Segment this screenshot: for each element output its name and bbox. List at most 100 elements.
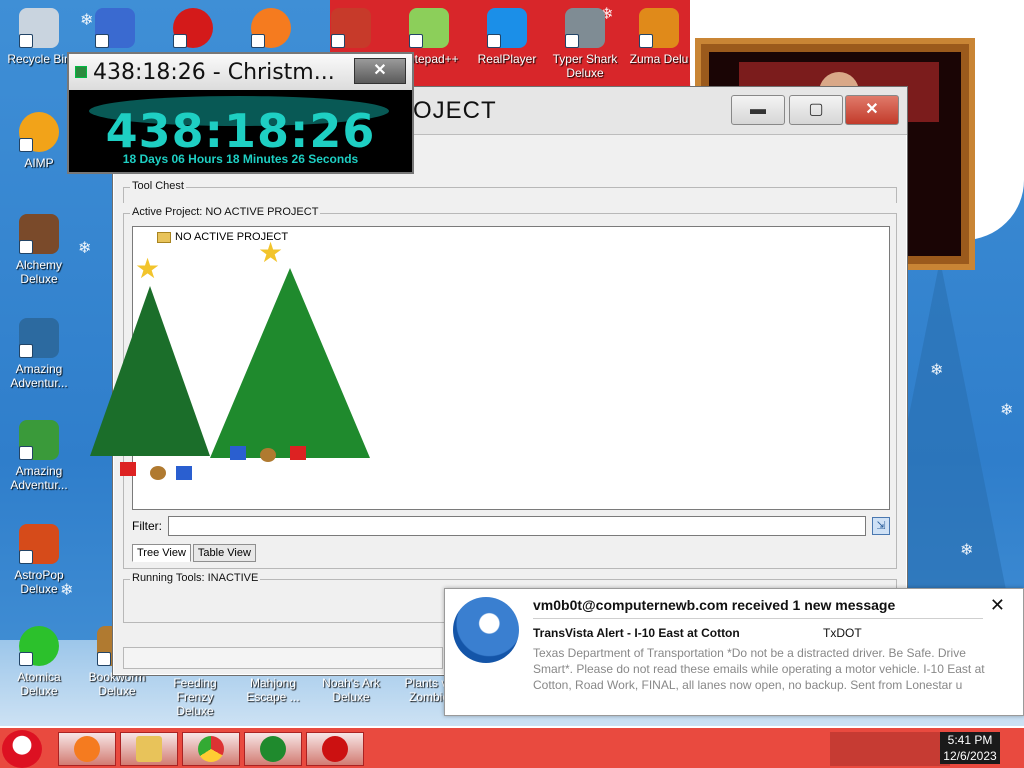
close-button[interactable]: ✕ <box>845 95 899 125</box>
countdown-close-button[interactable]: ✕ <box>354 58 406 84</box>
clock-date: 12/6/2023 <box>943 749 997 763</box>
countdown-widget[interactable]: 438:18:26 - Christm... ✕ 438:18:26 18 Da… <box>67 52 414 174</box>
amazing-adventures-icon <box>19 318 59 358</box>
filter-row: Filter: ⇲ <box>132 514 890 538</box>
notification-sender: TxDOT <box>823 626 862 640</box>
clock[interactable]: 5:41 PM 12/6/2023 <box>940 732 1000 764</box>
snowflake-icon: ❄ <box>930 362 944 379</box>
countdown-display: 438:18:26 18 Days 06 Hours 18 Minutes 26… <box>69 90 412 172</box>
tree-root-node[interactable]: NO ACTIVE PROJECT <box>143 231 288 243</box>
window-title: OJECT <box>413 97 497 124</box>
alchemy-icon <box>19 214 59 254</box>
taskbar-item-explorer[interactable] <box>120 732 178 766</box>
chrome-icon <box>198 736 224 762</box>
desktop-icon-label: AIMP <box>24 156 54 170</box>
taskbar-item-game[interactable] <box>306 732 364 766</box>
desktop-icon-alchemy[interactable]: Alchemy Deluxe <box>4 214 74 286</box>
notification-body: Texas Department of Transportation *Do n… <box>533 646 985 692</box>
desktop-icon-typer-shark[interactable]: Typer Shark Deluxe <box>550 8 620 80</box>
running-tools-label: Running Tools: INACTIVE <box>130 572 261 584</box>
desktop-icon-feeding-frenzy[interactable]: Feeding Frenzy Deluxe <box>160 676 230 718</box>
countdown-titlebar[interactable]: 438:18:26 - Christm... ✕ <box>69 54 412 90</box>
folder-icon <box>157 231 171 243</box>
active-project-label: Active Project: NO ACTIVE PROJECT <box>130 206 321 218</box>
amazing-adventures-icon <box>19 420 59 460</box>
desktop-icon-noahs-ark[interactable]: Noah's Ark Deluxe <box>316 676 386 704</box>
notification-heading: vm0b0t@computernewb.com received 1 new m… <box>533 597 896 613</box>
tree-icon <box>260 736 286 762</box>
realplayer-icon <box>487 8 527 48</box>
desktop-icon-label: Alchemy Deluxe <box>15 258 62 286</box>
filter-input[interactable] <box>168 516 866 536</box>
notification-close-icon[interactable]: ✕ <box>990 595 1005 616</box>
project-tree[interactable]: NO ACTIVE PROJECT <box>132 226 890 510</box>
desktop-icon-label: Zuma Delu <box>629 52 689 66</box>
thunderbird-icon <box>453 597 519 663</box>
desktop-icon-label: RealPlayer <box>477 52 537 66</box>
recycle-bin-icon <box>19 8 59 48</box>
taskbar-item-chrome[interactable] <box>182 732 240 766</box>
atomica-icon <box>19 626 59 666</box>
desktop-icon-top-1[interactable] <box>80 8 150 52</box>
desktop-icon-mahjong[interactable]: Mahjong Escape ... <box>238 676 308 704</box>
taskbar-item-christmas-tree[interactable] <box>244 732 302 766</box>
zuma-icon <box>639 8 679 48</box>
tree-icon <box>75 66 87 78</box>
tab-tree-view[interactable]: Tree View <box>132 544 191 562</box>
desktop-icon-firefox[interactable] <box>236 8 306 52</box>
game-icon <box>173 8 213 48</box>
desktop-icon-label: Amazing Adventur... <box>10 464 68 492</box>
desktop-icon-amazing-adventures-2[interactable]: Amazing Adventur... <box>4 420 74 492</box>
desktop-icon-label: Recycle Bin <box>7 52 71 66</box>
maximize-button[interactable]: ▢ <box>789 95 843 125</box>
tree-root-label: NO ACTIVE PROJECT <box>175 231 289 243</box>
start-button[interactable] <box>2 730 42 768</box>
countdown-detail: 18 Days 06 Hours 18 Minutes 26 Seconds <box>122 152 359 166</box>
clock-time: 5:41 PM <box>947 733 993 747</box>
countdown-time: 438:18:26 <box>105 104 376 158</box>
astropop-icon <box>19 524 59 564</box>
status-bar <box>123 647 443 669</box>
desktop-icon-label: Amazing Adventur... <box>10 362 68 390</box>
notification-divider <box>533 618 983 619</box>
desktop-icon-label: Atomica Deluxe <box>17 670 61 698</box>
desktop-icon-top-2[interactable] <box>158 8 228 52</box>
desktop-icon-realplayer[interactable]: RealPlayer <box>472 8 542 66</box>
folder-icon <box>136 736 162 762</box>
desktop-icon-top-4[interactable] <box>316 8 386 52</box>
shark-icon <box>565 8 605 48</box>
desktop-icon-astropop[interactable]: AstroPop Deluxe <box>4 524 74 596</box>
firefox-icon <box>74 736 100 762</box>
firefox-icon <box>251 8 291 48</box>
mail-notification[interactable]: vm0b0t@computernewb.com received 1 new m… <box>444 588 1024 716</box>
desktop-icon-zuma[interactable]: Zuma Delu <box>624 8 694 66</box>
snowflake-icon: ❄ <box>78 240 92 257</box>
desktop-icon-atomica[interactable]: Atomica Deluxe <box>4 626 74 698</box>
taskbar: 5:41 PM 12/6/2023 <box>0 726 1024 768</box>
desktop-icon-recycle-bin[interactable]: Recycle Bin <box>4 8 74 66</box>
filter-label: Filter: <box>132 519 162 533</box>
tool-chest-panel: Tool Chest <box>123 180 897 203</box>
notification-subject: TransVista Alert - I-10 East at Cotton <box>533 626 740 640</box>
snowflake-icon: ❄ <box>1000 402 1014 419</box>
filter-apply-icon[interactable]: ⇲ <box>872 517 890 535</box>
desktop-icon-aimp[interactable]: AIMP <box>4 112 74 170</box>
desktop-icon-label: Noah's Ark Deluxe <box>322 676 380 704</box>
gate-icon <box>331 8 371 48</box>
countdown-title: 438:18:26 - Christm... <box>93 60 335 85</box>
desktop-icon-label: Mahjong Escape ... <box>246 676 300 704</box>
tool-chest-label: Tool Chest <box>130 180 186 192</box>
snowflake-icon: ❄ <box>960 542 974 559</box>
active-project-panel: Active Project: NO ACTIVE PROJECT NO ACT… <box>123 206 897 569</box>
desktop-icon-label: Feeding Frenzy Deluxe <box>173 676 217 718</box>
tab-table-view[interactable]: Table View <box>192 544 256 562</box>
notepad-icon <box>409 8 449 48</box>
system-tray[interactable] <box>830 732 950 766</box>
game-icon <box>95 8 135 48</box>
minimize-button[interactable]: ▬ <box>731 95 785 125</box>
aimp-icon <box>19 112 59 152</box>
desktop-icon-amazing-adventures-1[interactable]: Amazing Adventur... <box>4 318 74 390</box>
taskbar-item-firefox[interactable] <box>58 732 116 766</box>
view-tabs: Tree View Table View <box>132 544 256 562</box>
game-icon <box>322 736 348 762</box>
